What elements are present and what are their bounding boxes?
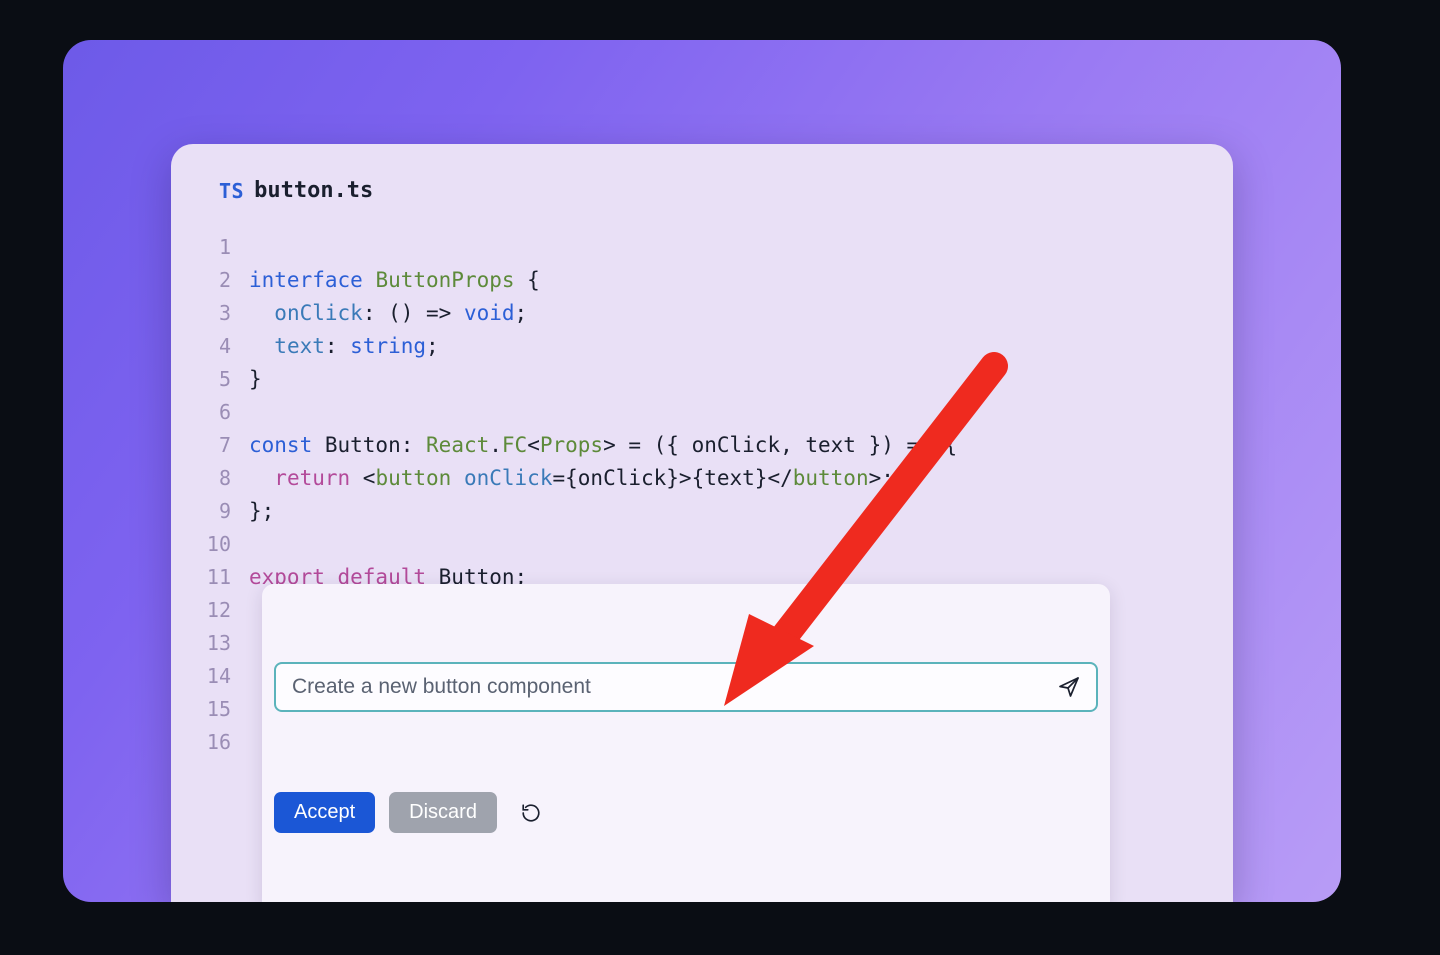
- discard-button[interactable]: Discard: [389, 792, 497, 833]
- line-number-gutter: 1 2 3 4 5 6 7 8 9 10 11 12 13 14 15 16: [201, 231, 249, 759]
- code-token: Props: [540, 433, 603, 457]
- code-token: ;: [426, 334, 439, 358]
- code-token: </: [767, 466, 792, 490]
- code-token: [451, 466, 464, 490]
- code-token: =: [552, 466, 565, 490]
- code-token: ;: [515, 301, 528, 325]
- code-token: ButtonProps: [375, 268, 514, 292]
- accept-button[interactable]: Accept: [274, 792, 375, 833]
- code-editor-panel: TS button.ts 1 2 3 4 5 6 7 8 9 10 11 12 …: [171, 144, 1233, 902]
- code-token: interface: [249, 268, 363, 292]
- code-token: button: [375, 466, 451, 490]
- send-icon: [1057, 675, 1081, 699]
- code-token: text: [274, 334, 325, 358]
- code-token: : () =>: [363, 301, 464, 325]
- code-token: = ({ onClick, text }) => {: [616, 433, 957, 457]
- code-token: }: [249, 367, 262, 391]
- file-tab[interactable]: TS button.ts: [201, 178, 1203, 203]
- code-token: FC: [502, 433, 527, 457]
- ai-inline-prompt-panel: Accept Discard: [262, 584, 1110, 902]
- code-token: string: [350, 334, 426, 358]
- code-token: onClick: [274, 301, 363, 325]
- code-token: :: [325, 334, 350, 358]
- code-token: >: [603, 433, 616, 457]
- gradient-background-card: TS button.ts 1 2 3 4 5 6 7 8 9 10 11 12 …: [63, 40, 1341, 902]
- code-token: React: [426, 433, 489, 457]
- code-area: 1 2 3 4 5 6 7 8 9 10 11 12 13 14 15 16 i…: [201, 231, 1203, 792]
- action-row: Accept Discard: [274, 792, 1098, 833]
- typescript-icon: TS: [219, 179, 244, 203]
- code-token: {onClick}>{text}: [565, 466, 767, 490]
- prompt-input-row: [274, 662, 1098, 712]
- code-token: >;: [869, 466, 894, 490]
- code-token: const: [249, 433, 312, 457]
- code-token: :: [401, 433, 426, 457]
- code-token: Button: [312, 433, 401, 457]
- code-token: void: [464, 301, 515, 325]
- code-token: };: [249, 499, 274, 523]
- code-content[interactable]: interface ButtonProps { onClick: () => v…: [249, 231, 1203, 792]
- code-token: button: [793, 466, 869, 490]
- code-token: {: [515, 268, 540, 292]
- regenerate-button[interactable]: [517, 799, 545, 827]
- refresh-icon: [520, 802, 542, 824]
- prompt-input[interactable]: [292, 675, 1044, 699]
- send-button[interactable]: [1054, 672, 1084, 702]
- file-name: button.ts: [254, 178, 373, 203]
- code-token: onClick: [464, 466, 553, 490]
- code-token: <: [527, 433, 540, 457]
- code-token: .: [489, 433, 502, 457]
- code-token: <: [350, 466, 375, 490]
- code-token: return: [274, 466, 350, 490]
